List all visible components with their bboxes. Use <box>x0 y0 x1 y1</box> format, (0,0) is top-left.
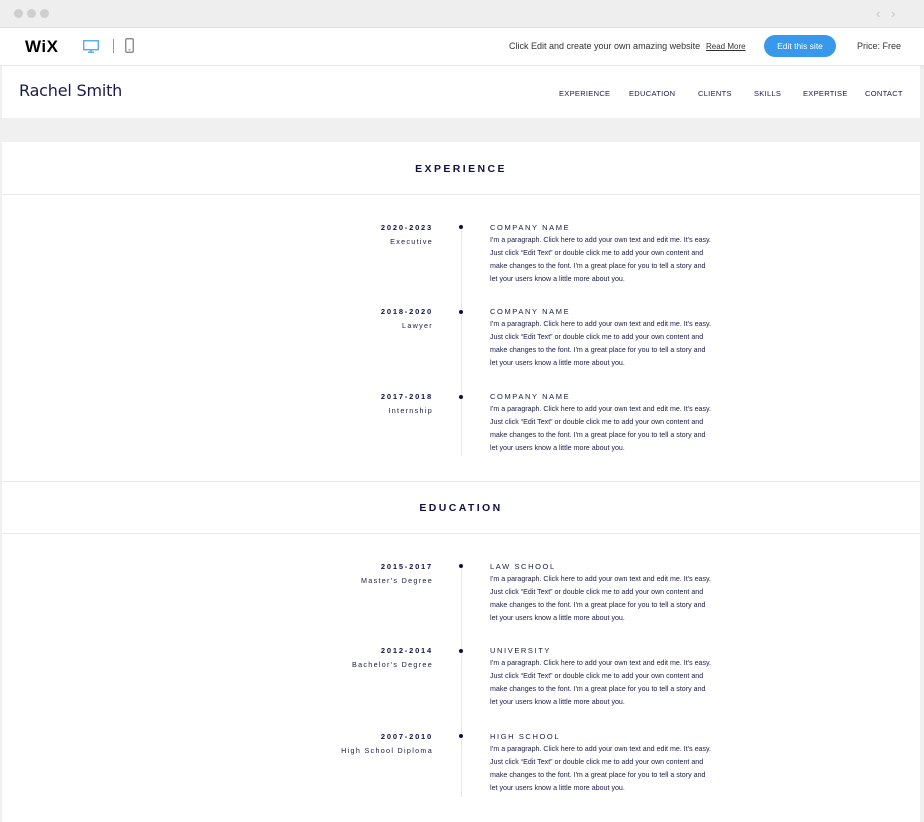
entry-description: I'm a paragraph. Click here to add your … <box>490 659 712 706</box>
entry-years: 2007-2010 <box>380 732 433 741</box>
timeline-line <box>461 563 462 797</box>
timeline-bullet <box>459 395 463 399</box>
entry-description: I'm a paragraph. Click here to add your … <box>490 405 712 452</box>
resume-content: EXPERIENCE 2020-2023 Executive COMPANY N… <box>2 142 920 822</box>
mobile-icon[interactable] <box>125 38 134 58</box>
experience-heading: EXPERIENCE <box>415 163 507 175</box>
entry-description: I'm a paragraph. Click here to add your … <box>490 575 712 622</box>
browser-toolbar: ‹ › <box>0 0 924 28</box>
nav-contact[interactable]: CONTACT <box>865 89 903 98</box>
edit-site-button[interactable]: Edit this site <box>764 35 836 57</box>
nav-experience[interactable]: EXPERIENCE <box>559 89 610 98</box>
entry-org: COMPANY NAME <box>490 223 571 232</box>
entry-years: 2015-2017 <box>380 562 433 571</box>
timeline-bullet <box>459 734 463 738</box>
entry-org: UNIVERSITY <box>490 646 552 655</box>
wix-top-bar: WiX Click Edit and create your own amazi… <box>0 28 924 66</box>
entry-description: I'm a paragraph. Click here to add your … <box>490 236 712 283</box>
entry-org: COMPANY NAME <box>490 392 571 401</box>
site-title[interactable]: Rachel Smith <box>19 81 122 100</box>
entry-role: Master's Degree <box>360 576 433 585</box>
entry-description: I'm a paragraph. Click here to add your … <box>490 745 712 792</box>
price-label: Price: Free <box>857 41 902 51</box>
back-arrow-icon[interactable]: ‹ <box>876 6 880 21</box>
timeline-line <box>461 224 462 456</box>
read-more-link[interactable]: Read More <box>706 42 746 51</box>
nav-skills[interactable]: SKILLS <box>754 89 781 98</box>
divider <box>2 533 920 534</box>
education-heading: EDUCATION <box>419 502 503 514</box>
divider <box>2 481 920 482</box>
entry-years: 2018-2020 <box>380 307 433 316</box>
nav-clients[interactable]: CLIENTS <box>698 89 732 98</box>
timeline-bullet <box>459 564 463 568</box>
timeline-bullet <box>459 225 463 229</box>
entry-org: COMPANY NAME <box>490 307 571 316</box>
entry-years: 2020-2023 <box>380 223 433 232</box>
divider <box>2 194 920 195</box>
entry-years: 2017-2018 <box>380 392 433 401</box>
desktop-icon[interactable] <box>83 40 99 58</box>
window-maximize-dot[interactable] <box>40 9 49 18</box>
promo-text: Click Edit and create your own amazing w… <box>509 41 701 51</box>
nav-education[interactable]: EDUCATION <box>629 89 675 98</box>
entry-role: Lawyer <box>402 321 433 330</box>
entry-role: Internship <box>388 406 433 415</box>
window-close-dot[interactable] <box>14 9 23 18</box>
window-minimize-dot[interactable] <box>27 9 36 18</box>
forward-arrow-icon[interactable]: › <box>891 6 895 21</box>
nav-expertise[interactable]: EXPERTISE <box>803 89 848 98</box>
site-header: Rachel Smith EXPERIENCE EDUCATION CLIENT… <box>2 66 920 118</box>
entry-description: I'm a paragraph. Click here to add your … <box>490 320 712 367</box>
wix-logo[interactable]: WiX <box>25 37 58 57</box>
entry-org: HIGH SCHOOL <box>490 732 561 741</box>
entry-org: LAW SCHOOL <box>490 562 556 571</box>
entry-role: High School Diploma <box>341 746 433 755</box>
entry-role: Bachelor's Degree <box>351 660 433 669</box>
timeline-bullet <box>459 649 463 653</box>
view-separator <box>113 39 114 53</box>
entry-years: 2012-2014 <box>380 646 433 655</box>
entry-role: Executive <box>390 237 433 246</box>
timeline-bullet <box>459 310 463 314</box>
